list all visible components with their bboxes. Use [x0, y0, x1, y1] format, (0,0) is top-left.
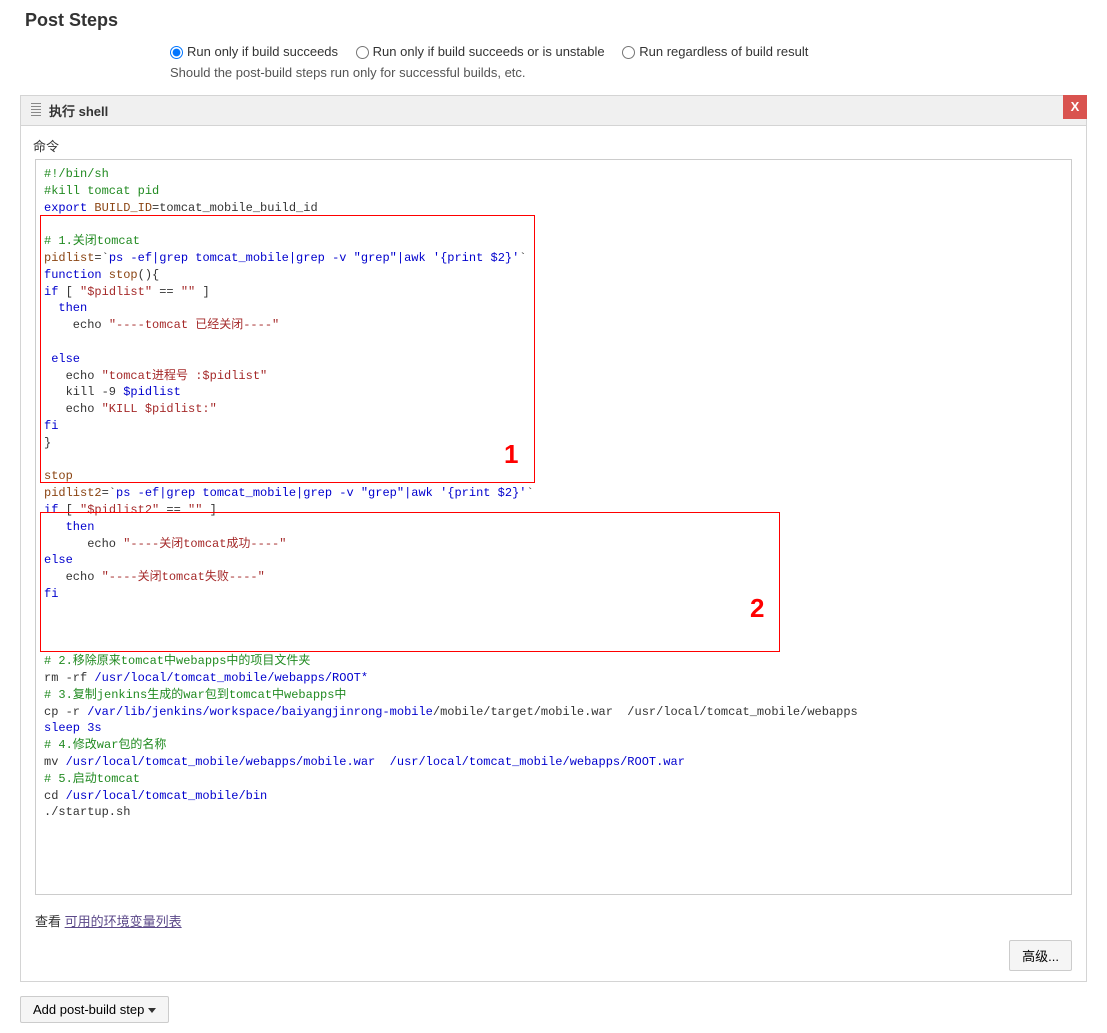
command-label: 命令: [33, 136, 1072, 155]
add-post-build-step-button[interactable]: Add post-build step: [20, 996, 169, 1023]
radio-label-unstable: Run only if build succeeds or is unstabl…: [373, 44, 605, 59]
radio-label-regardless: Run regardless of build result: [639, 44, 808, 59]
shell-command-textarea[interactable]: #!/bin/sh #kill tomcat pid export BUILD_…: [35, 159, 1072, 895]
close-step-button[interactable]: X: [1063, 95, 1087, 119]
step-header[interactable]: 执行 shell: [21, 96, 1086, 126]
radio-opt-unstable[interactable]: Run only if build succeeds or is unstabl…: [356, 44, 605, 59]
radio-input-regardless[interactable]: [622, 46, 635, 59]
chevron-down-icon: [148, 1008, 156, 1013]
post-steps-title: Post Steps: [25, 10, 1087, 31]
radio-input-succeeds[interactable]: [170, 46, 183, 59]
add-button-label: Add post-build step: [33, 1002, 144, 1017]
advanced-button[interactable]: 高级...: [1009, 940, 1072, 971]
env-vars-link[interactable]: 可用的环境变量列表: [65, 914, 182, 929]
annotation-number-2: 2: [750, 590, 764, 626]
step-header-title: 执行 shell: [49, 104, 108, 119]
annotation-number-1: 1: [504, 436, 518, 472]
radio-label-succeeds: Run only if build succeeds: [187, 44, 338, 59]
radio-opt-succeeds[interactable]: Run only if build succeeds: [170, 44, 338, 59]
env-vars-link-row: 查看 可用的环境变量列表: [35, 911, 1072, 930]
execute-shell-step: X 执行 shell 命令 #!/bin/sh #kill tomcat pid…: [20, 95, 1087, 982]
see-prefix: 查看: [35, 914, 65, 929]
post-steps-radio-row: Run only if build succeeds Run only if b…: [170, 44, 1087, 59]
radio-input-unstable[interactable]: [356, 46, 369, 59]
radio-opt-regardless[interactable]: Run regardless of build result: [622, 44, 808, 59]
drag-handle-icon[interactable]: [31, 103, 41, 117]
post-steps-desc: Should the post-build steps run only for…: [170, 65, 1087, 80]
